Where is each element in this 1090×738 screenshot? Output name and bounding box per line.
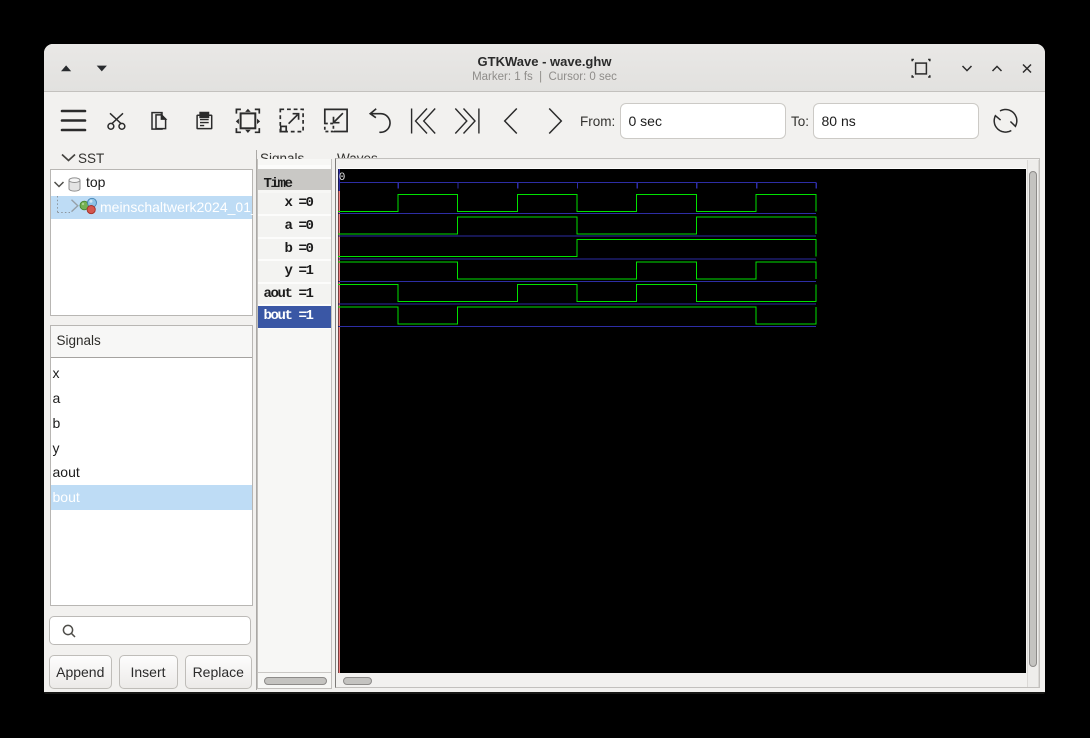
svg-text:0: 0 <box>338 172 345 184</box>
